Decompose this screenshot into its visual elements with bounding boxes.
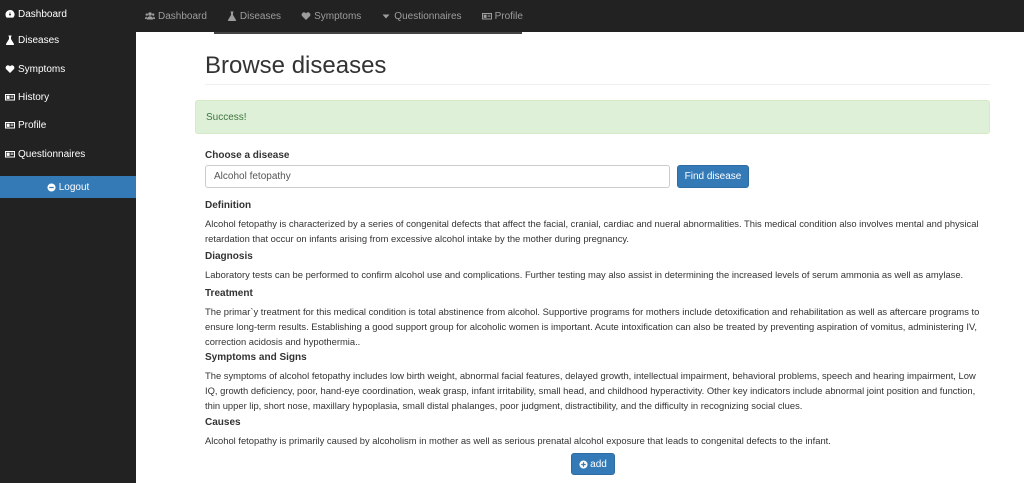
nav-label: Questionnaires xyxy=(394,10,462,22)
main-content: Browse diseases Success! Choose a diseas… xyxy=(136,34,1024,483)
id-card-icon xyxy=(4,149,15,159)
nav-dashboard[interactable]: Dashboard xyxy=(145,11,207,22)
nav-label: Profile xyxy=(494,10,523,22)
definition-heading: Definition xyxy=(205,200,252,211)
sidebar-item-label: Symptoms xyxy=(18,63,66,75)
dashboard-icon xyxy=(4,9,15,19)
treatment-heading: Treatment xyxy=(205,288,253,299)
disease-input[interactable] xyxy=(205,165,670,188)
minus-circle-icon xyxy=(47,182,56,192)
sidebar-item-label: Profile xyxy=(18,119,47,131)
top-navbar: Dashboard Diseases Symptoms Questionnair… xyxy=(136,0,1024,32)
sidebar-item-history[interactable]: History xyxy=(0,83,49,111)
caret-down-icon xyxy=(382,14,390,19)
sidebar-item-label: Questionnaires xyxy=(18,148,86,160)
add-button[interactable]: add xyxy=(571,453,615,475)
flask-icon xyxy=(227,11,236,21)
heartbeat-icon xyxy=(4,64,15,74)
sidebar-item-label: Diseases xyxy=(18,34,60,46)
diagnosis-section: Diagnosis Laboratory tests can be perfor… xyxy=(205,251,985,282)
sidebar-item-label: History xyxy=(18,91,50,103)
diagnosis-heading: Diagnosis xyxy=(205,251,253,262)
causes-heading: Causes xyxy=(205,417,241,428)
sidebar: Dashboard Diseases Symptoms History Prof… xyxy=(0,0,136,483)
sidebar-item-questionnaires[interactable]: Questionnaires xyxy=(0,140,85,168)
title-divider xyxy=(205,84,990,85)
causes-section: Causes Alcohol fetopathy is primarily ca… xyxy=(205,417,985,448)
id-card-icon xyxy=(481,13,492,20)
causes-text: Alcohol fetopathy is primarily caused by… xyxy=(205,435,831,446)
nav-questionnaires[interactable]: Questionnaires xyxy=(381,10,462,22)
treatment-section: Treatment The primar`y treatment for thi… xyxy=(205,288,985,349)
symptoms-section: Symptoms and Signs The symptoms of alcoh… xyxy=(205,352,985,413)
heartbeat-icon xyxy=(301,12,311,20)
diagnosis-text: Laboratory tests can be performed to con… xyxy=(205,269,964,280)
users-icon xyxy=(145,12,155,20)
definition-text: Alcohol fetopathy is characterized by a … xyxy=(205,218,979,244)
success-alert: Success! xyxy=(195,100,990,134)
find-disease-button[interactable]: Find disease xyxy=(677,165,749,188)
plus-circle-icon xyxy=(579,459,588,469)
add-label: add xyxy=(590,458,607,470)
sidebar-item-profile[interactable]: Profile xyxy=(0,111,46,139)
nav-diseases[interactable]: Diseases xyxy=(227,11,281,22)
sidebar-item-diseases[interactable]: Diseases xyxy=(0,26,59,54)
choose-disease-label: Choose a disease xyxy=(205,150,290,161)
logout-label: Logout xyxy=(58,181,90,193)
logout-button[interactable]: Logout xyxy=(0,176,136,198)
symptoms-text: The symptoms of alcohol fetopathy includ… xyxy=(205,370,976,411)
sidebar-item-dashboard[interactable]: Dashboard xyxy=(0,0,67,28)
id-card-icon xyxy=(4,92,15,102)
page-title: Browse diseases xyxy=(205,52,387,79)
nav-label: Symptoms xyxy=(314,10,362,22)
sidebar-item-symptoms[interactable]: Symptoms xyxy=(0,55,65,83)
id-card-icon xyxy=(4,120,15,130)
treatment-text: The primar`y treatment for this medical … xyxy=(205,306,980,347)
nav-symptoms[interactable]: Symptoms xyxy=(301,11,361,22)
flask-icon xyxy=(4,35,15,45)
nav-label: Dashboard xyxy=(158,10,207,22)
nav-profile[interactable]: Profile xyxy=(481,10,523,22)
sidebar-item-label: Dashboard xyxy=(18,8,67,20)
symptoms-heading: Symptoms and Signs xyxy=(205,352,307,363)
nav-label: Diseases xyxy=(239,10,282,22)
definition-section: Definition Alcohol fetopathy is characte… xyxy=(205,200,985,246)
